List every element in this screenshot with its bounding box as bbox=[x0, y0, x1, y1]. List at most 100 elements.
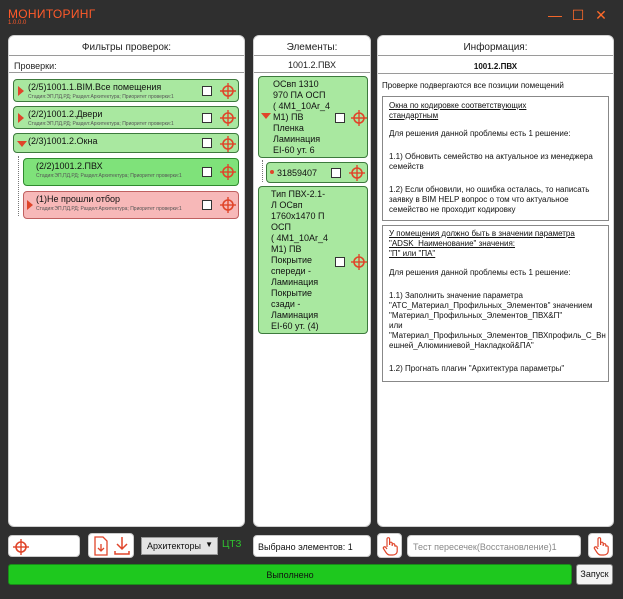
expand-icon[interactable] bbox=[27, 200, 33, 210]
intersect-placeholder: Тест пересечек(Восстановление)1 bbox=[413, 542, 557, 552]
target-icon bbox=[13, 539, 29, 555]
locate-button[interactable] bbox=[8, 535, 80, 557]
solution-text: Для решения данной проблемы есть 1 решен… bbox=[389, 129, 571, 138]
discipline-select[interactable]: Архитекторы ▼ bbox=[141, 537, 218, 555]
hand-pointer-icon bbox=[382, 537, 398, 556]
element-id: 31859407 bbox=[277, 168, 318, 178]
minimize-icon[interactable]: — bbox=[545, 5, 565, 25]
download-icon[interactable] bbox=[113, 536, 131, 556]
element-text: Тип ПВХ-2.1- Л ОСвп 1760x1470 П ОСП ( 4М… bbox=[271, 189, 329, 331]
target-icon[interactable] bbox=[220, 110, 236, 126]
start-button[interactable]: Запуск bbox=[576, 564, 613, 585]
main-window: МОНИТОРИНГ 1.0.0.0 — ☐ ✕ Фильтры проверо… bbox=[0, 0, 623, 599]
solution-text: "Материал_Профильных_Элементов_ПВХпрофил… bbox=[389, 331, 606, 340]
checkbox[interactable] bbox=[331, 168, 341, 178]
expand-icon[interactable] bbox=[18, 113, 24, 123]
collapse-icon[interactable] bbox=[17, 141, 27, 147]
check-item[interactable]: (2/3)1001.2.Окна bbox=[13, 133, 239, 153]
check-item[interactable]: (2/5)1001.1.BIM.Все помещения Стадия:ЭП,… bbox=[13, 79, 239, 102]
discipline-value: Архитекторы bbox=[147, 541, 201, 551]
target-icon[interactable] bbox=[220, 164, 236, 180]
check-item-title: (2/3)1001.2.Окна bbox=[28, 136, 98, 146]
solution-text: или bbox=[389, 321, 403, 330]
solution-text: семейств bbox=[389, 162, 424, 171]
ctz-label[interactable]: ЦТЗ bbox=[222, 539, 241, 550]
selected-count-box: Выбрано элементов: 1 bbox=[253, 535, 371, 557]
hand-button[interactable] bbox=[588, 533, 613, 558]
elements-subtitle: 1001.2.ПВХ bbox=[287, 60, 337, 70]
check-item-meta: Стадия:ЭП,ПД,РД; Раздел:Архитектура; При… bbox=[28, 121, 174, 127]
selected-count: Выбрано элементов: 1 bbox=[258, 542, 353, 552]
solution-text: "Материал_Профильных_Элементов_ПВХ&П" bbox=[389, 311, 563, 320]
issue-title: У помещения должно быть в значении парам… bbox=[389, 229, 575, 238]
target-icon[interactable] bbox=[349, 165, 365, 181]
tree-line bbox=[18, 156, 19, 216]
elements-title: Элементы: bbox=[286, 42, 338, 53]
issue-title: стандартным bbox=[389, 111, 439, 120]
close-icon[interactable]: ✕ bbox=[591, 5, 611, 25]
divider bbox=[378, 55, 613, 56]
check-item-title: (2/2)1001.2.Двери bbox=[28, 109, 103, 119]
issue-title: Окна по кодировке соответствующих bbox=[389, 101, 527, 110]
solution-box: Окна по кодировке соответствующих станда… bbox=[382, 96, 609, 221]
element-text: ОСвп 1310 970 ПА ОСП ( 4М1_10Ar_4 М1) ПВ… bbox=[273, 79, 331, 155]
checkbox[interactable] bbox=[202, 167, 212, 177]
expand-icon[interactable] bbox=[18, 86, 24, 96]
solution-text: 1.2) Прогнать плагин "Архитектура параме… bbox=[389, 364, 565, 373]
solution-text: семейство не проходит кодировку bbox=[389, 205, 516, 214]
app-version: 1.0.0.0 bbox=[8, 20, 27, 26]
divider bbox=[254, 72, 370, 73]
title-bar: МОНИТОРИНГ 1.0.0.0 — ☐ ✕ bbox=[0, 0, 623, 32]
solution-text: 1.2) Если обновили, но ошибка осталась, … bbox=[389, 185, 590, 194]
target-icon[interactable] bbox=[220, 83, 236, 99]
checks-label: Проверки: bbox=[14, 61, 57, 71]
issue-title: "ADSK_Наименование" значения: bbox=[389, 239, 516, 248]
checkbox[interactable] bbox=[335, 257, 345, 267]
tree-line bbox=[262, 160, 263, 182]
element-item[interactable]: ОСвп 1310 970 ПА ОСП ( 4М1_10Ar_4 М1) ПВ… bbox=[258, 76, 368, 158]
export-buttons bbox=[88, 533, 134, 558]
target-icon[interactable] bbox=[351, 254, 367, 270]
check-item[interactable]: (2/2)1001.2.Двери Стадия:ЭП,ПД,РД; Разде… bbox=[13, 106, 239, 129]
checkbox[interactable] bbox=[202, 113, 212, 123]
report-icon[interactable] bbox=[92, 536, 110, 556]
info-note: Проверке подвергаются все позиции помеще… bbox=[382, 81, 564, 90]
hand-pointer-icon bbox=[593, 537, 609, 556]
app-title: МОНИТОРИНГ bbox=[8, 7, 96, 21]
progress-bar: Выполнено bbox=[8, 564, 572, 585]
check-item-title: (2/2)1001.2.ПВХ bbox=[36, 161, 103, 171]
target-icon[interactable] bbox=[220, 136, 236, 152]
check-item-title: (1)Не прошли отбор bbox=[36, 194, 120, 204]
target-icon[interactable] bbox=[351, 110, 367, 126]
maximize-icon[interactable]: ☐ bbox=[568, 5, 588, 25]
check-item-meta: Стадия:ЭП,ПД,РД; Раздел:Архитектура; При… bbox=[36, 206, 182, 212]
solution-text: 1.1) Заполнить значение параметра bbox=[389, 291, 523, 300]
divider bbox=[254, 55, 370, 56]
solution-text: Для решения данной проблемы есть 1 решен… bbox=[389, 268, 571, 277]
intersect-test-input[interactable]: Тест пересечек(Восстановление)1 bbox=[407, 535, 581, 557]
element-item[interactable]: 31859407 bbox=[266, 162, 368, 183]
filters-title: Фильтры проверок: bbox=[81, 42, 172, 53]
elements-panel: Элементы: 1001.2.ПВХ ОСвп 1310 970 ПА ОС… bbox=[253, 35, 371, 527]
collapse-icon[interactable] bbox=[261, 113, 271, 119]
check-item-meta: Стадия:ЭП,ПД,РД; Раздел:Архитектура; При… bbox=[36, 173, 182, 179]
solution-box: У помещения должно быть в значении парам… bbox=[382, 225, 609, 382]
hand-button[interactable] bbox=[377, 533, 402, 558]
chevron-down-icon: ▼ bbox=[205, 540, 213, 549]
target-icon[interactable] bbox=[220, 197, 236, 213]
check-item-failed[interactable]: (1)Не прошли отбор Стадия:ЭП,ПД,РД; Разд… bbox=[23, 191, 239, 219]
check-item-selected[interactable]: (2/2)1001.2.ПВХ Стадия:ЭП,ПД,РД; Раздел:… bbox=[23, 158, 239, 186]
info-panel: Информация: 1001.2.ПВХ Проверке подверга… bbox=[377, 35, 614, 527]
solution-text: заявку в BIM HELP вопрос о том что актуа… bbox=[389, 195, 569, 204]
divider bbox=[9, 72, 244, 73]
info-title: Информация: bbox=[463, 42, 528, 53]
bullet-icon bbox=[270, 170, 274, 174]
checkbox[interactable] bbox=[335, 113, 345, 123]
check-item-title: (2/5)1001.1.BIM.Все помещения bbox=[28, 82, 162, 92]
divider bbox=[378, 73, 613, 74]
checkbox[interactable] bbox=[202, 200, 212, 210]
checkbox[interactable] bbox=[202, 86, 212, 96]
element-item[interactable]: Тип ПВХ-2.1- Л ОСвп 1760x1470 П ОСП ( 4М… bbox=[258, 186, 368, 334]
checkbox[interactable] bbox=[202, 138, 212, 148]
issue-title: "П" или "ПА" bbox=[389, 249, 436, 258]
